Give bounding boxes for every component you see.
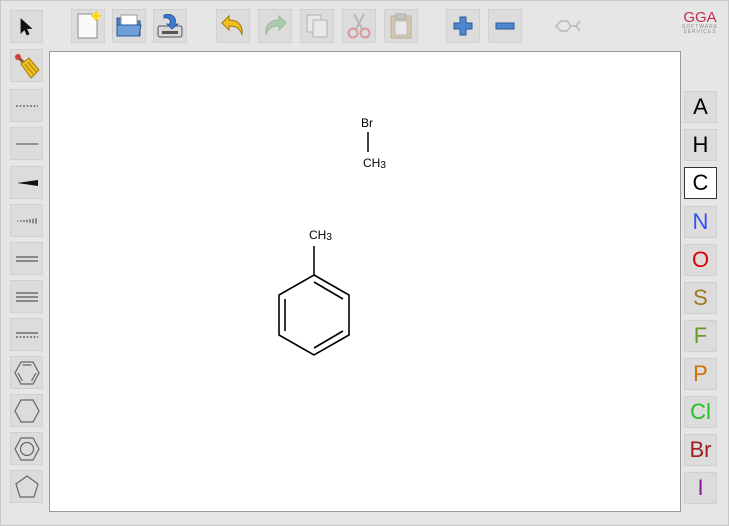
atom-label-ch3-1[interactable]: CH3 <box>363 156 386 171</box>
select-tool-button[interactable] <box>10 10 43 43</box>
atom-iodine-label: I <box>697 475 704 500</box>
molecule-drawing: Br CH3 CH3 <box>278 116 386 356</box>
cyclopentane-icon <box>14 474 39 498</box>
gga-logo: GGA SOFTWARE SERVICES <box>678 10 722 35</box>
hash-bond-tool-button[interactable] <box>10 204 43 237</box>
redo-icon <box>265 14 287 36</box>
cyclopentane-template-button[interactable] <box>10 470 43 503</box>
copy-button[interactable] <box>300 9 334 43</box>
any-bond-icon <box>15 104 38 107</box>
cut-button[interactable] <box>342 9 376 43</box>
save-icon <box>157 14 183 38</box>
redo-button[interactable] <box>258 9 292 43</box>
aromatic-ring-template-button[interactable] <box>10 432 43 465</box>
atom-phosphorus-button[interactable]: P <box>684 358 717 390</box>
atom-nitrogen-button[interactable]: N <box>684 206 717 238</box>
atom-sulfur-button[interactable]: S <box>684 282 717 314</box>
zoom-out-button[interactable] <box>488 9 522 43</box>
atom-hydrogen-label: H <box>692 132 709 157</box>
logo-main-text: GGA <box>683 9 717 26</box>
benzene-ring[interactable] <box>278 274 350 356</box>
save-button[interactable] <box>153 9 187 43</box>
open-file-button[interactable] <box>112 9 146 43</box>
wedge-bond-icon <box>16 179 38 186</box>
eraser-icon <box>14 53 40 79</box>
clean-structure-icon <box>554 20 581 32</box>
atom-iodine-button[interactable]: I <box>684 472 717 504</box>
new-document-button[interactable] <box>71 9 105 43</box>
drawing-canvas[interactable]: Br CH3 CH3 <box>49 51 681 512</box>
atom-carbon-label: C <box>692 170 709 195</box>
hash-bond-icon <box>17 217 36 224</box>
atom-fluorine-label: F <box>693 323 708 348</box>
atom-any-button[interactable]: A <box>684 91 717 123</box>
atom-chlorine-button[interactable]: Cl <box>684 396 717 428</box>
atom-bromine-button[interactable]: Br <box>684 434 717 466</box>
double-bond-icon <box>15 255 38 262</box>
select-arrow-icon <box>20 17 33 36</box>
benzene-template-button[interactable] <box>10 356 43 389</box>
double-bond-tool-button[interactable] <box>10 242 43 275</box>
cyclohexane-aromatic-icon <box>13 436 40 461</box>
atom-sulfur-label: S <box>693 285 708 310</box>
single-bond-tool-button[interactable] <box>10 127 43 160</box>
new-document-icon <box>77 11 101 39</box>
atom-oxygen-button[interactable]: O <box>684 244 717 276</box>
atom-carbon-button[interactable]: C <box>684 167 717 199</box>
atom-nitrogen-label: N <box>692 209 709 234</box>
paste-icon <box>390 13 412 39</box>
undo-button[interactable] <box>216 9 250 43</box>
atom-bromine-label: Br <box>689 437 712 462</box>
ring-double-bonds <box>284 281 344 349</box>
aromatic-bond-tool-button[interactable] <box>10 318 43 351</box>
cyclohexane-icon <box>13 398 40 423</box>
cut-icon <box>347 13 371 39</box>
clean-structure-button[interactable] <box>550 9 588 43</box>
zoom-in-button[interactable] <box>446 9 480 43</box>
wedge-bond-tool-button[interactable] <box>10 166 43 199</box>
logo-sub-text-2: SERVICES <box>683 29 717 35</box>
atom-hydrogen-button[interactable]: H <box>684 129 717 161</box>
cyclohexane-template-button[interactable] <box>10 394 43 427</box>
atom-fluorine-button[interactable]: F <box>684 320 717 352</box>
zoom-in-icon <box>453 16 473 36</box>
open-folder-icon <box>116 14 142 37</box>
copy-icon <box>306 14 328 38</box>
atom-label-br[interactable]: Br <box>361 116 373 130</box>
atom-oxygen-label: O <box>691 247 710 272</box>
atom-label-ch3-2[interactable]: CH3 <box>309 228 332 243</box>
triple-bond-tool-button[interactable] <box>10 280 43 313</box>
undo-icon <box>221 14 243 36</box>
paste-button[interactable] <box>384 9 418 43</box>
atom-phosphorus-label: P <box>693 361 708 386</box>
atom-any-label: A <box>693 94 708 119</box>
atom-chlorine-label: Cl <box>690 399 711 424</box>
any-bond-tool-button[interactable] <box>10 89 43 122</box>
triple-bond-icon <box>15 291 38 302</box>
eraser-tool-button[interactable] <box>10 49 43 82</box>
benzene-ring-icon <box>13 360 40 385</box>
aromatic-bond-icon <box>15 331 38 338</box>
single-bond-icon <box>15 142 38 145</box>
zoom-out-icon <box>495 22 515 30</box>
